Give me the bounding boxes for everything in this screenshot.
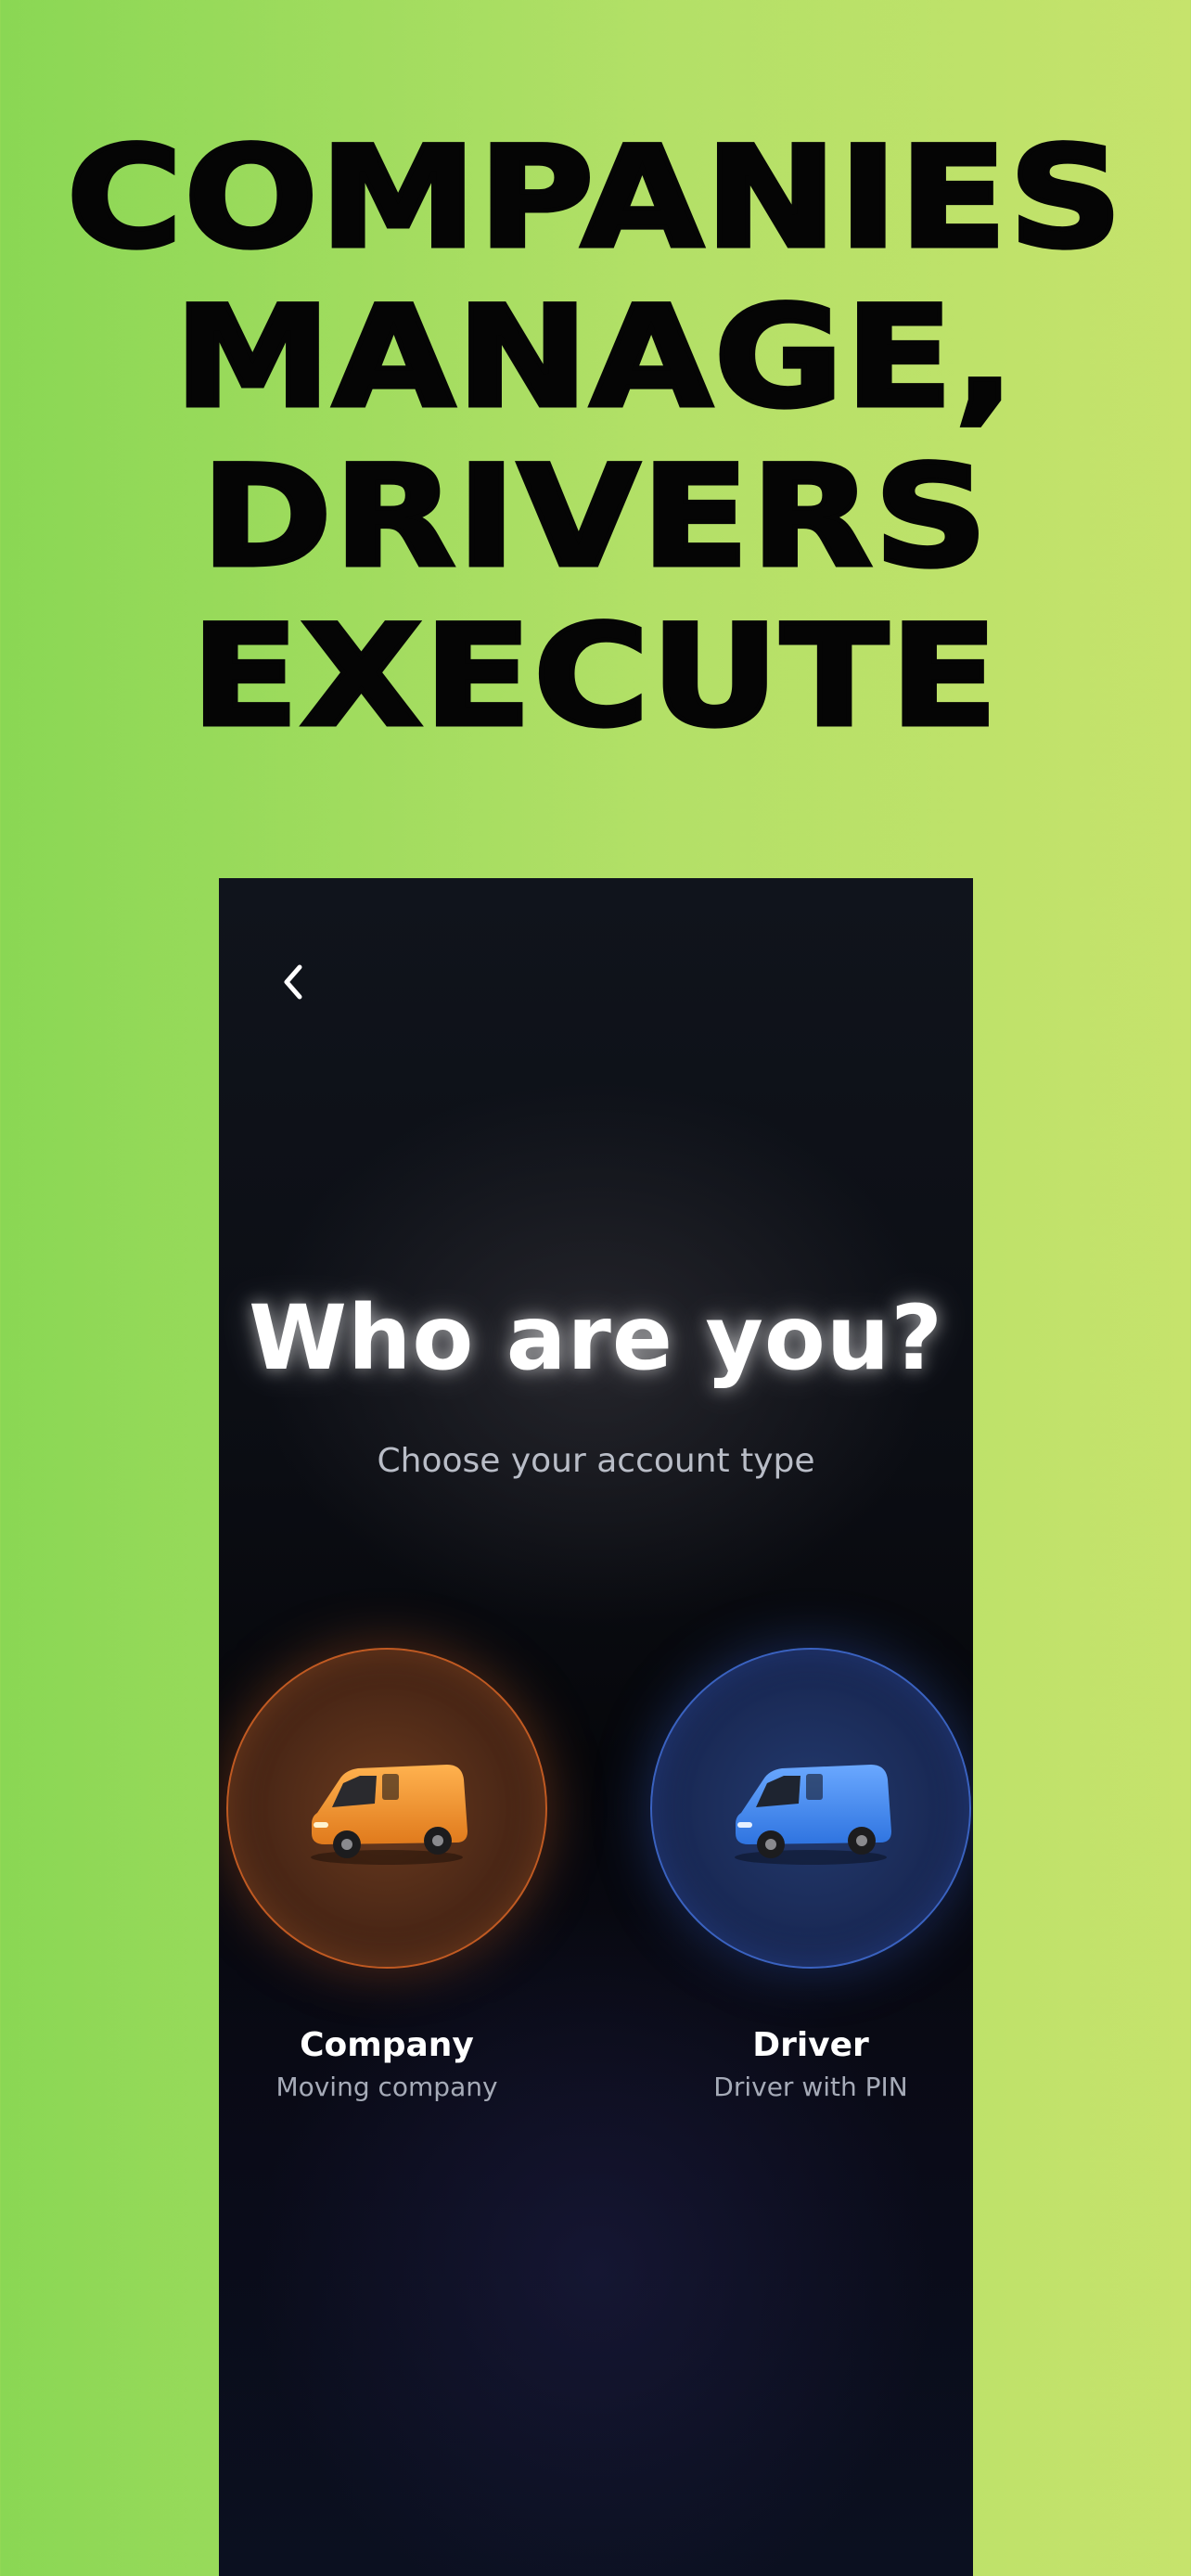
driver-option-label: Driver <box>752 2026 869 2064</box>
chevron-left-icon <box>284 964 302 1000</box>
driver-option-description: Driver with PIN <box>713 2072 908 2102</box>
headline-line: COMPANIES <box>64 117 1125 281</box>
page-title: Who are you? <box>249 1286 943 1390</box>
page-subtitle: Choose your account type <box>377 1442 815 1480</box>
company-option-label: Company <box>300 2026 474 2064</box>
van-icon <box>735 1765 891 1865</box>
app-screen: Who are you? Choose your account type Co… <box>219 878 973 2576</box>
company-option-circle[interactable] <box>226 1648 547 1969</box>
driver-option-circle[interactable] <box>650 1648 971 1969</box>
headline-line: MANAGE, <box>172 276 1018 440</box>
company-account-option[interactable]: Company Moving company <box>224 1648 549 2102</box>
back-button[interactable] <box>267 956 319 1008</box>
van-icon <box>311 1765 467 1865</box>
promo-headline: COMPANIES MANAGE, DRIVERS EXECUTE <box>0 117 1191 759</box>
driver-account-option[interactable]: Driver Driver with PIN <box>648 1648 973 2102</box>
headline-line: DRIVERS <box>198 436 990 600</box>
headline-line: EXECUTE <box>188 595 1000 759</box>
company-option-description: Moving company <box>275 2072 498 2102</box>
